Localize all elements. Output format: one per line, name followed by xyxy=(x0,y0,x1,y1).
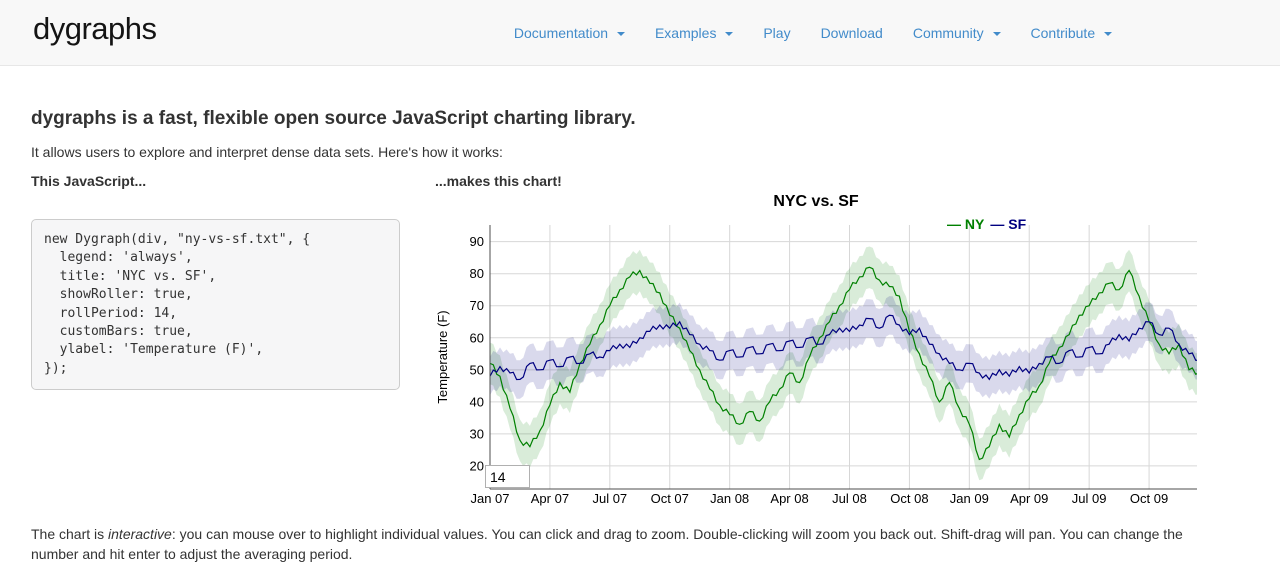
nav-link-play[interactable]: Play xyxy=(748,25,805,41)
x-tick-label: Oct 08 xyxy=(890,491,928,506)
x-tick-label: Apr 08 xyxy=(770,491,808,506)
nav-item-documentation: Documentation xyxy=(499,25,640,41)
nav-link-contribute[interactable]: Contribute xyxy=(1016,25,1127,41)
legend-entry-sf: — SF xyxy=(990,216,1026,232)
note-text-rest: : you can mouse over to highlight indivi… xyxy=(31,526,1183,562)
y-tick-label: 60 xyxy=(470,330,484,345)
chart-column: ...makes this chart! NYC vs. SF 20 30 40 50… xyxy=(435,173,1197,507)
y-axis-title: Temperature (F) xyxy=(435,310,450,403)
chevron-down-icon xyxy=(725,32,733,36)
interactivity-note: The chart is interactive: you can mouse … xyxy=(31,525,1198,564)
nav-link-community[interactable]: Community xyxy=(898,25,1016,41)
x-tick-label: Jan 09 xyxy=(950,491,989,506)
legend-entry-ny: — NY xyxy=(947,216,984,232)
nav-item-contribute: Contribute xyxy=(1016,25,1127,41)
chart-plot-area[interactable]: 20 30 40 50 60 70 80 90 Jan 07 Apr 07 Jul 07 Oct 07… xyxy=(435,192,1197,507)
x-tick-label: Jul 08 xyxy=(832,491,867,506)
roll-period-input[interactable] xyxy=(485,465,530,488)
chevron-down-icon xyxy=(993,32,1001,36)
javascript-column: This JavaScript... new Dygraph(div, "ny-… xyxy=(31,173,435,507)
left-column-title: This JavaScript... xyxy=(31,173,435,189)
y-tick-label: 50 xyxy=(470,362,484,377)
nav-item-play: Play xyxy=(748,25,805,41)
y-tick-label: 40 xyxy=(470,394,484,409)
x-tick-label: Apr 09 xyxy=(1010,491,1048,506)
x-tick-label: Oct 09 xyxy=(1130,491,1168,506)
x-tick-label: Oct 07 xyxy=(651,491,689,506)
note-text: The chart is xyxy=(31,526,108,542)
y-tick-label: 30 xyxy=(470,426,484,441)
x-tick-label: Jan 07 xyxy=(470,491,509,506)
y-tick-label: 70 xyxy=(470,298,484,313)
nav-link-documentation[interactable]: Documentation xyxy=(499,25,640,41)
nav-link-download[interactable]: Download xyxy=(806,25,898,41)
x-tick-label: Apr 07 xyxy=(531,491,569,506)
navbar: dygraphs Documentation Examples PlayDown… xyxy=(0,0,1280,66)
page-title: dygraphs is a fast, flexible open source… xyxy=(31,108,1249,130)
y-tick-label: 80 xyxy=(470,266,484,281)
y-tick-label: 20 xyxy=(470,458,484,473)
chevron-down-icon xyxy=(617,32,625,36)
nav-link-examples[interactable]: Examples xyxy=(640,25,748,41)
nav-item-examples: Examples xyxy=(640,25,748,41)
x-tick-label: Jan 08 xyxy=(710,491,749,506)
main-content: dygraphs is a fast, flexible open source… xyxy=(0,108,1280,564)
dygraph-chart[interactable]: NYC vs. SF 20 30 40 50 60 70 80 90 Jan 07 Apr 07 J… xyxy=(435,192,1197,507)
x-tick-label: Jul 09 xyxy=(1072,491,1107,506)
right-column-title: ...makes this chart! xyxy=(435,173,1197,189)
nav-item-download: Download xyxy=(806,25,898,41)
nav-item-community: Community xyxy=(898,25,1016,41)
chevron-down-icon xyxy=(1104,32,1112,36)
y-tick-label: 90 xyxy=(470,234,484,249)
main-nav: Documentation Examples PlayDownloadCommu… xyxy=(499,0,1127,66)
chart-legend: — NY — SF xyxy=(947,216,1197,232)
brand-logo[interactable]: dygraphs xyxy=(33,11,157,47)
code-sample: new Dygraph(div, "ny-vs-sf.txt", { legen… xyxy=(31,219,400,390)
x-tick-label: Jul 07 xyxy=(592,491,627,506)
note-italic-word: interactive xyxy=(108,526,172,542)
chart-title: NYC vs. SF xyxy=(435,193,1197,211)
page-subtitle: It allows users to explore and interpret… xyxy=(31,144,1249,160)
